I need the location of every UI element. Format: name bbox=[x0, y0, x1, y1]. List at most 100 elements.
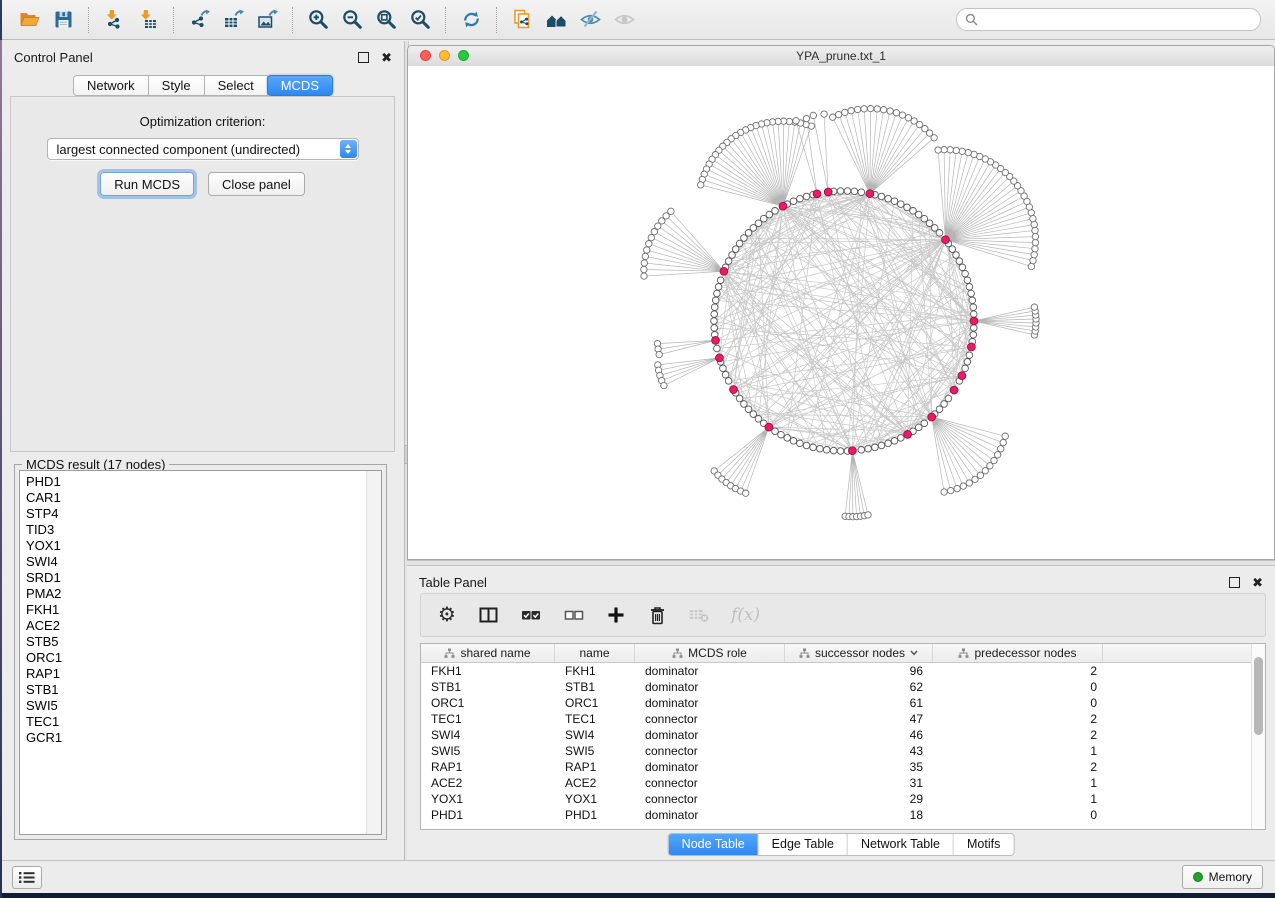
tab-network[interactable]: Network bbox=[73, 75, 149, 96]
graph-node[interactable] bbox=[736, 395, 743, 402]
graph-leaf-node[interactable] bbox=[1031, 221, 1037, 227]
zoom-fit-button[interactable] bbox=[369, 4, 403, 36]
graph-node[interactable] bbox=[714, 290, 721, 297]
graph-leaf-node[interactable] bbox=[899, 112, 905, 118]
graph-hub-node[interactable] bbox=[765, 423, 773, 431]
cell-name[interactable]: RAP1 bbox=[555, 760, 635, 774]
graph-node[interactable] bbox=[921, 420, 928, 427]
window-maximize-icon[interactable] bbox=[458, 50, 469, 61]
graph-hub-node[interactable] bbox=[779, 202, 787, 210]
cell-successor-nodes[interactable]: 46 bbox=[785, 728, 933, 742]
cell-MCDS-role[interactable]: dominator bbox=[635, 664, 785, 678]
import-network-button[interactable] bbox=[97, 4, 131, 36]
table-row[interactable]: YOX1YOX1connector291 bbox=[421, 791, 1265, 807]
graph-node[interactable] bbox=[715, 284, 722, 291]
delete-row-button[interactable] bbox=[647, 603, 667, 627]
graph-hub-node[interactable] bbox=[730, 386, 738, 394]
graph-node[interactable] bbox=[823, 447, 830, 454]
graph-leaf-node[interactable] bbox=[887, 108, 893, 114]
export-table-button[interactable] bbox=[216, 4, 250, 36]
mcds-result-item[interactable]: STB5 bbox=[26, 634, 366, 650]
cell-MCDS-role[interactable]: dominator bbox=[635, 680, 785, 694]
graph-leaf-node[interactable] bbox=[854, 106, 860, 112]
function-builder-button[interactable]: f(x) bbox=[731, 603, 760, 627]
graph-leaf-node[interactable] bbox=[1032, 246, 1038, 252]
mcds-result-item[interactable]: STB1 bbox=[26, 682, 366, 698]
float-panel-icon[interactable] bbox=[358, 52, 369, 63]
cell-MCDS-role[interactable]: connector bbox=[635, 792, 785, 806]
graph-node[interactable] bbox=[885, 195, 892, 202]
export-network-button[interactable] bbox=[182, 4, 216, 36]
settings-button[interactable]: ⚙ bbox=[437, 603, 457, 627]
graph-leaf-node[interactable] bbox=[954, 485, 960, 491]
table-row[interactable]: SWI5SWI5connector431 bbox=[421, 743, 1265, 759]
graph-leaf-node[interactable] bbox=[966, 480, 972, 486]
table-row[interactable]: PHD1PHD1dominator180 bbox=[421, 807, 1265, 823]
column-header-predecessor-nodes[interactable]: predecessor nodes bbox=[933, 644, 1103, 662]
search-input[interactable] bbox=[983, 12, 1252, 28]
graph-leaf-node[interactable] bbox=[1000, 439, 1006, 445]
graph-node[interactable] bbox=[817, 445, 824, 452]
cell-MCDS-role[interactable]: dominator bbox=[635, 728, 785, 742]
graph-node[interactable] bbox=[803, 442, 810, 449]
cell-shared-name[interactable]: ACE2 bbox=[421, 776, 555, 790]
graph-hub-node[interactable] bbox=[928, 413, 936, 421]
cell-predecessor-nodes[interactable]: 1 bbox=[933, 744, 1103, 758]
graph-leaf-node[interactable] bbox=[793, 118, 799, 124]
cell-successor-nodes[interactable]: 29 bbox=[785, 792, 933, 806]
graph-leaf-node[interactable] bbox=[1028, 263, 1034, 269]
cell-MCDS-role[interactable]: dominator bbox=[635, 808, 785, 822]
graph-node[interactable] bbox=[720, 365, 727, 372]
graph-node[interactable] bbox=[964, 359, 971, 366]
mcds-result-item[interactable]: TID3 bbox=[26, 522, 366, 538]
cell-shared-name[interactable]: SWI5 bbox=[421, 744, 555, 758]
cell-shared-name[interactable]: TEC1 bbox=[421, 712, 555, 726]
graph-leaf-node[interactable] bbox=[835, 111, 841, 117]
cell-MCDS-role[interactable]: dominator bbox=[635, 696, 785, 710]
graph-node[interactable] bbox=[941, 401, 948, 408]
graph-hub-node[interactable] bbox=[813, 190, 821, 198]
cell-predecessor-nodes[interactable]: 0 bbox=[933, 808, 1103, 822]
graph-hub-node[interactable] bbox=[824, 188, 832, 196]
graph-node[interactable] bbox=[732, 246, 739, 253]
graph-node[interactable] bbox=[904, 204, 911, 211]
window-minimize-icon[interactable] bbox=[439, 50, 450, 61]
graph-leaf-node[interactable] bbox=[842, 109, 848, 115]
cell-predecessor-nodes[interactable]: 2 bbox=[933, 712, 1103, 726]
zoom-in-button[interactable] bbox=[301, 4, 335, 36]
mcds-result-item[interactable]: PMA2 bbox=[26, 586, 366, 602]
graph-node[interactable] bbox=[725, 378, 732, 385]
mcds-result-item[interactable]: SWI4 bbox=[26, 554, 366, 570]
cell-name[interactable]: ACE2 bbox=[555, 776, 635, 790]
graph-node[interactable] bbox=[878, 442, 885, 449]
graph-leaf-node[interactable] bbox=[959, 148, 965, 154]
graph-leaf-node[interactable] bbox=[646, 241, 652, 247]
mcds-result-item[interactable]: SWI5 bbox=[26, 698, 366, 714]
graph-leaf-node[interactable] bbox=[861, 106, 867, 112]
graph-node[interactable] bbox=[959, 264, 966, 271]
cell-MCDS-role[interactable]: connector bbox=[635, 744, 785, 758]
graph-leaf-node[interactable] bbox=[651, 229, 657, 235]
window-close-icon[interactable] bbox=[420, 50, 431, 61]
graph-leaf-node[interactable] bbox=[1032, 233, 1038, 239]
cell-name[interactable]: PHD1 bbox=[555, 808, 635, 822]
column-header-name[interactable]: name bbox=[555, 644, 635, 662]
graph-node[interactable] bbox=[711, 311, 718, 318]
search-box[interactable] bbox=[956, 8, 1261, 31]
cell-name[interactable]: FKH1 bbox=[555, 664, 635, 678]
graph-node[interactable] bbox=[891, 438, 898, 445]
graph-leaf-node[interactable] bbox=[642, 253, 648, 259]
cell-successor-nodes[interactable]: 47 bbox=[785, 712, 933, 726]
graph-leaf-node[interactable] bbox=[1030, 215, 1036, 221]
cell-name[interactable]: TEC1 bbox=[555, 712, 635, 726]
graph-leaf-node[interactable] bbox=[960, 483, 966, 489]
mcds-result-item[interactable]: ORC1 bbox=[26, 650, 366, 666]
close-table-panel-icon[interactable]: ✖ bbox=[1252, 578, 1263, 587]
cell-predecessor-nodes[interactable]: 2 bbox=[933, 760, 1103, 774]
show-all-button[interactable] bbox=[607, 4, 641, 36]
graph-node[interactable] bbox=[741, 235, 748, 242]
cell-MCDS-role[interactable]: connector bbox=[635, 776, 785, 790]
cell-predecessor-nodes[interactable]: 1 bbox=[933, 792, 1103, 806]
graph-node[interactable] bbox=[970, 304, 977, 311]
graph-node[interactable] bbox=[910, 208, 917, 215]
